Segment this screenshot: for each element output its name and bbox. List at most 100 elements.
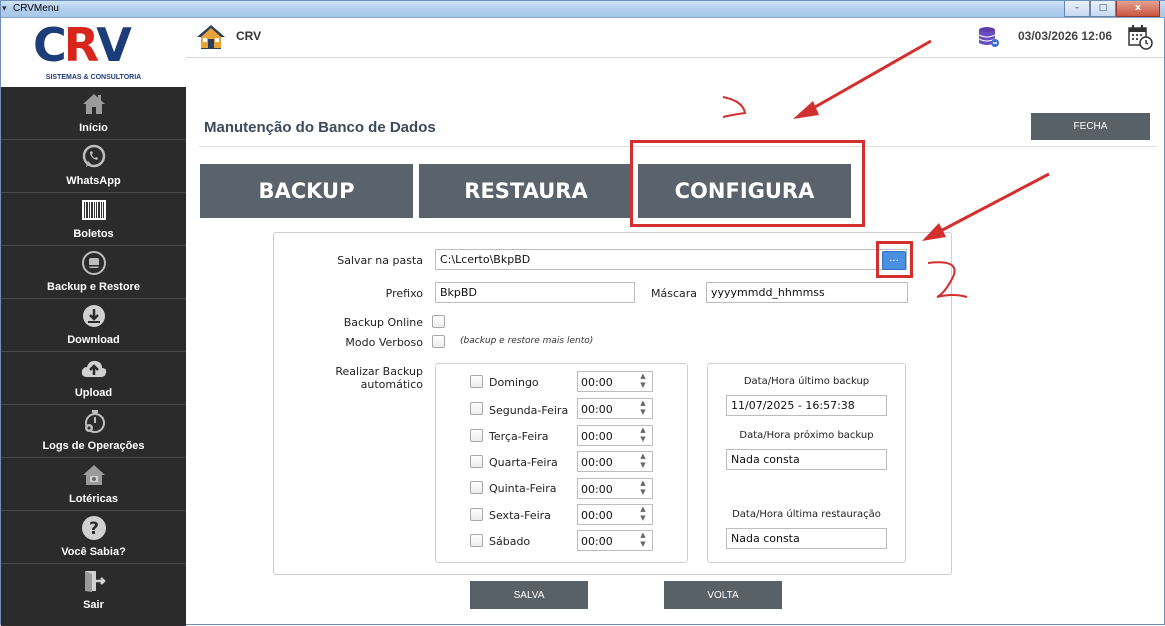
- save-button[interactable]: SALVA: [470, 581, 588, 609]
- logs-icon: [1, 408, 186, 436]
- logo-subtitle: SISTEMAS & CONSULTORIA: [45, 74, 142, 81]
- last-restore-field: Nada consta: [726, 528, 887, 549]
- maximize-button[interactable]: □: [1090, 1, 1116, 17]
- sidebar-item-label: Boletos: [73, 228, 114, 240]
- spinner-arrows-icon: ▲ ▼: [640, 479, 646, 496]
- upload-icon: [1, 355, 186, 383]
- backup-online-label: Backup Online: [343, 316, 423, 329]
- sidebar-item-label: Download: [67, 334, 120, 346]
- verbose-note: (backup e restore mais lento): [460, 336, 594, 346]
- window-title: CRVMenu: [13, 3, 59, 14]
- spinner-arrows-icon: ▲ ▼: [640, 399, 646, 416]
- back-button[interactable]: VOLTA: [664, 581, 782, 609]
- day-label: Quinta-Feira: [489, 482, 557, 495]
- logo-mark: CRV: [33, 18, 132, 72]
- sidebar-item-label: Início: [79, 122, 108, 134]
- sidebar-item-label: Backup e Restore: [47, 281, 140, 293]
- app-window: ▾ CRVMenu – □ x CRV SISTEMAS & CONSULTOR…: [0, 0, 1165, 626]
- tab-backup[interactable]: BACKUP: [200, 164, 413, 218]
- exit-icon: [1, 567, 186, 595]
- app-menu-icon[interactable]: ▾: [2, 4, 7, 14]
- lottery-icon: [1, 461, 186, 489]
- last-backup-field: 11/07/2025 - 16:57:38: [726, 395, 887, 416]
- close-page-button[interactable]: FECHA: [1031, 113, 1150, 140]
- download-icon: [1, 302, 186, 330]
- day-checkbox-terca[interactable]: [470, 429, 483, 442]
- time-spinner[interactable]: 00:00 ▲ ▼: [577, 371, 653, 392]
- sidebar: CRV SISTEMAS & CONSULTORIA Início WhatsA…: [1, 18, 186, 626]
- sidebar-item-label: WhatsApp: [66, 175, 121, 187]
- prefix-label: Prefixo: [385, 287, 423, 300]
- spinner-arrows-icon: ▲ ▼: [640, 505, 646, 522]
- day-label: Quarta-Feira: [489, 456, 558, 469]
- annotation-highlight-browse: [876, 241, 913, 278]
- logo: CRV SISTEMAS & CONSULTORIA: [1, 18, 186, 87]
- sidebar-item-sair[interactable]: Sair: [1, 564, 186, 617]
- verbose-label: Modo Verboso: [345, 336, 423, 349]
- time-spinner[interactable]: 00:00 ▲ ▼: [577, 425, 653, 446]
- mask-input[interactable]: yyyymmdd_hhmmss: [706, 282, 908, 303]
- day-checkbox-quinta[interactable]: [470, 481, 483, 494]
- mask-label: Máscara: [650, 287, 697, 300]
- spinner-arrows-icon: ▲ ▼: [640, 372, 646, 389]
- next-backup-label: Data/Hora próximo backup: [739, 430, 874, 441]
- day-label: Terça-Feira: [489, 430, 549, 443]
- next-backup-field: Nada consta: [726, 449, 887, 470]
- time-spinner[interactable]: 00:00 ▲ ▼: [577, 504, 653, 525]
- last-backup-label: Data/Hora último backup: [743, 376, 870, 387]
- app-title: CRV: [236, 29, 262, 43]
- day-label: Domingo: [489, 376, 539, 389]
- sidebar-item-label: Sair: [83, 599, 104, 611]
- day-checkbox-quarta[interactable]: [470, 455, 483, 468]
- sidebar-item-label: Lotéricas: [69, 493, 118, 505]
- sidebar-item-label: Você Sabia?: [61, 546, 126, 558]
- sidebar-item-logs[interactable]: Logs de Operações: [1, 405, 186, 458]
- time-spinner[interactable]: 00:00 ▲ ▼: [577, 530, 653, 551]
- backup-icon: [1, 249, 186, 277]
- day-checkbox-segunda[interactable]: [470, 402, 483, 415]
- backup-online-checkbox[interactable]: [432, 315, 445, 328]
- database-icon[interactable]: [978, 26, 1000, 52]
- calendar-clock-icon[interactable]: [1127, 24, 1153, 54]
- minimize-button[interactable]: –: [1064, 1, 1090, 17]
- save-folder-label: Salvar na pasta: [337, 254, 423, 267]
- save-folder-input[interactable]: C:\Lcerto\BkpBD: [435, 249, 907, 270]
- time-spinner[interactable]: 00:00 ▲ ▼: [577, 451, 653, 472]
- sidebar-item-lotericas[interactable]: Lotéricas: [1, 458, 186, 511]
- day-label: Sexta-Feira: [489, 509, 551, 522]
- auto-backup-label: Realizar Backup automático: [335, 365, 423, 391]
- prefix-input[interactable]: BkpBD: [435, 282, 635, 303]
- day-checkbox-sexta[interactable]: [470, 508, 483, 521]
- sidebar-item-whatsapp[interactable]: WhatsApp: [1, 140, 186, 193]
- spinner-arrows-icon: ▲ ▼: [640, 426, 646, 443]
- sidebar-item-backup-restore[interactable]: Backup e Restore: [1, 246, 186, 299]
- sidebar-item-label: Upload: [74, 387, 113, 399]
- title-bar: ▾ CRVMenu – □ x: [1, 1, 1165, 18]
- svg-text:?: ?: [89, 519, 99, 539]
- page-title: Manutenção do Banco de Dados: [204, 119, 436, 136]
- annotation-highlight-configura: [630, 140, 865, 227]
- day-checkbox-domingo[interactable]: [470, 375, 483, 388]
- question-icon: ?: [1, 514, 186, 542]
- time-spinner[interactable]: 00:00 ▲ ▼: [577, 478, 653, 499]
- header: CRV 03/03/2026 12:06: [186, 18, 1164, 58]
- home-icon: [1, 90, 186, 118]
- sidebar-item-inicio[interactable]: Início: [1, 87, 186, 140]
- close-window-button[interactable]: x: [1116, 1, 1160, 17]
- sidebar-menu: Início WhatsApp Boletos Backup e Restore: [1, 87, 186, 617]
- sidebar-item-label: Logs de Operações: [42, 440, 145, 452]
- barcode-icon: [1, 196, 186, 224]
- sidebar-item-upload[interactable]: Upload: [1, 352, 186, 405]
- sidebar-item-download[interactable]: Download: [1, 299, 186, 352]
- sidebar-item-voce-sabia[interactable]: ? Você Sabia?: [1, 511, 186, 564]
- whatsapp-icon: [1, 143, 186, 171]
- tab-restaura[interactable]: RESTAURA: [419, 164, 633, 218]
- sidebar-item-boletos[interactable]: Boletos: [1, 193, 186, 246]
- current-datetime: 03/03/2026 12:06: [1018, 29, 1113, 43]
- spinner-arrows-icon: ▲ ▼: [640, 452, 646, 469]
- home-icon[interactable]: [196, 24, 226, 54]
- day-label: Segunda-Feira: [489, 404, 569, 417]
- time-spinner[interactable]: 00:00 ▲ ▼: [577, 398, 653, 419]
- day-checkbox-sabado[interactable]: [470, 534, 483, 547]
- verbose-checkbox[interactable]: [432, 335, 445, 348]
